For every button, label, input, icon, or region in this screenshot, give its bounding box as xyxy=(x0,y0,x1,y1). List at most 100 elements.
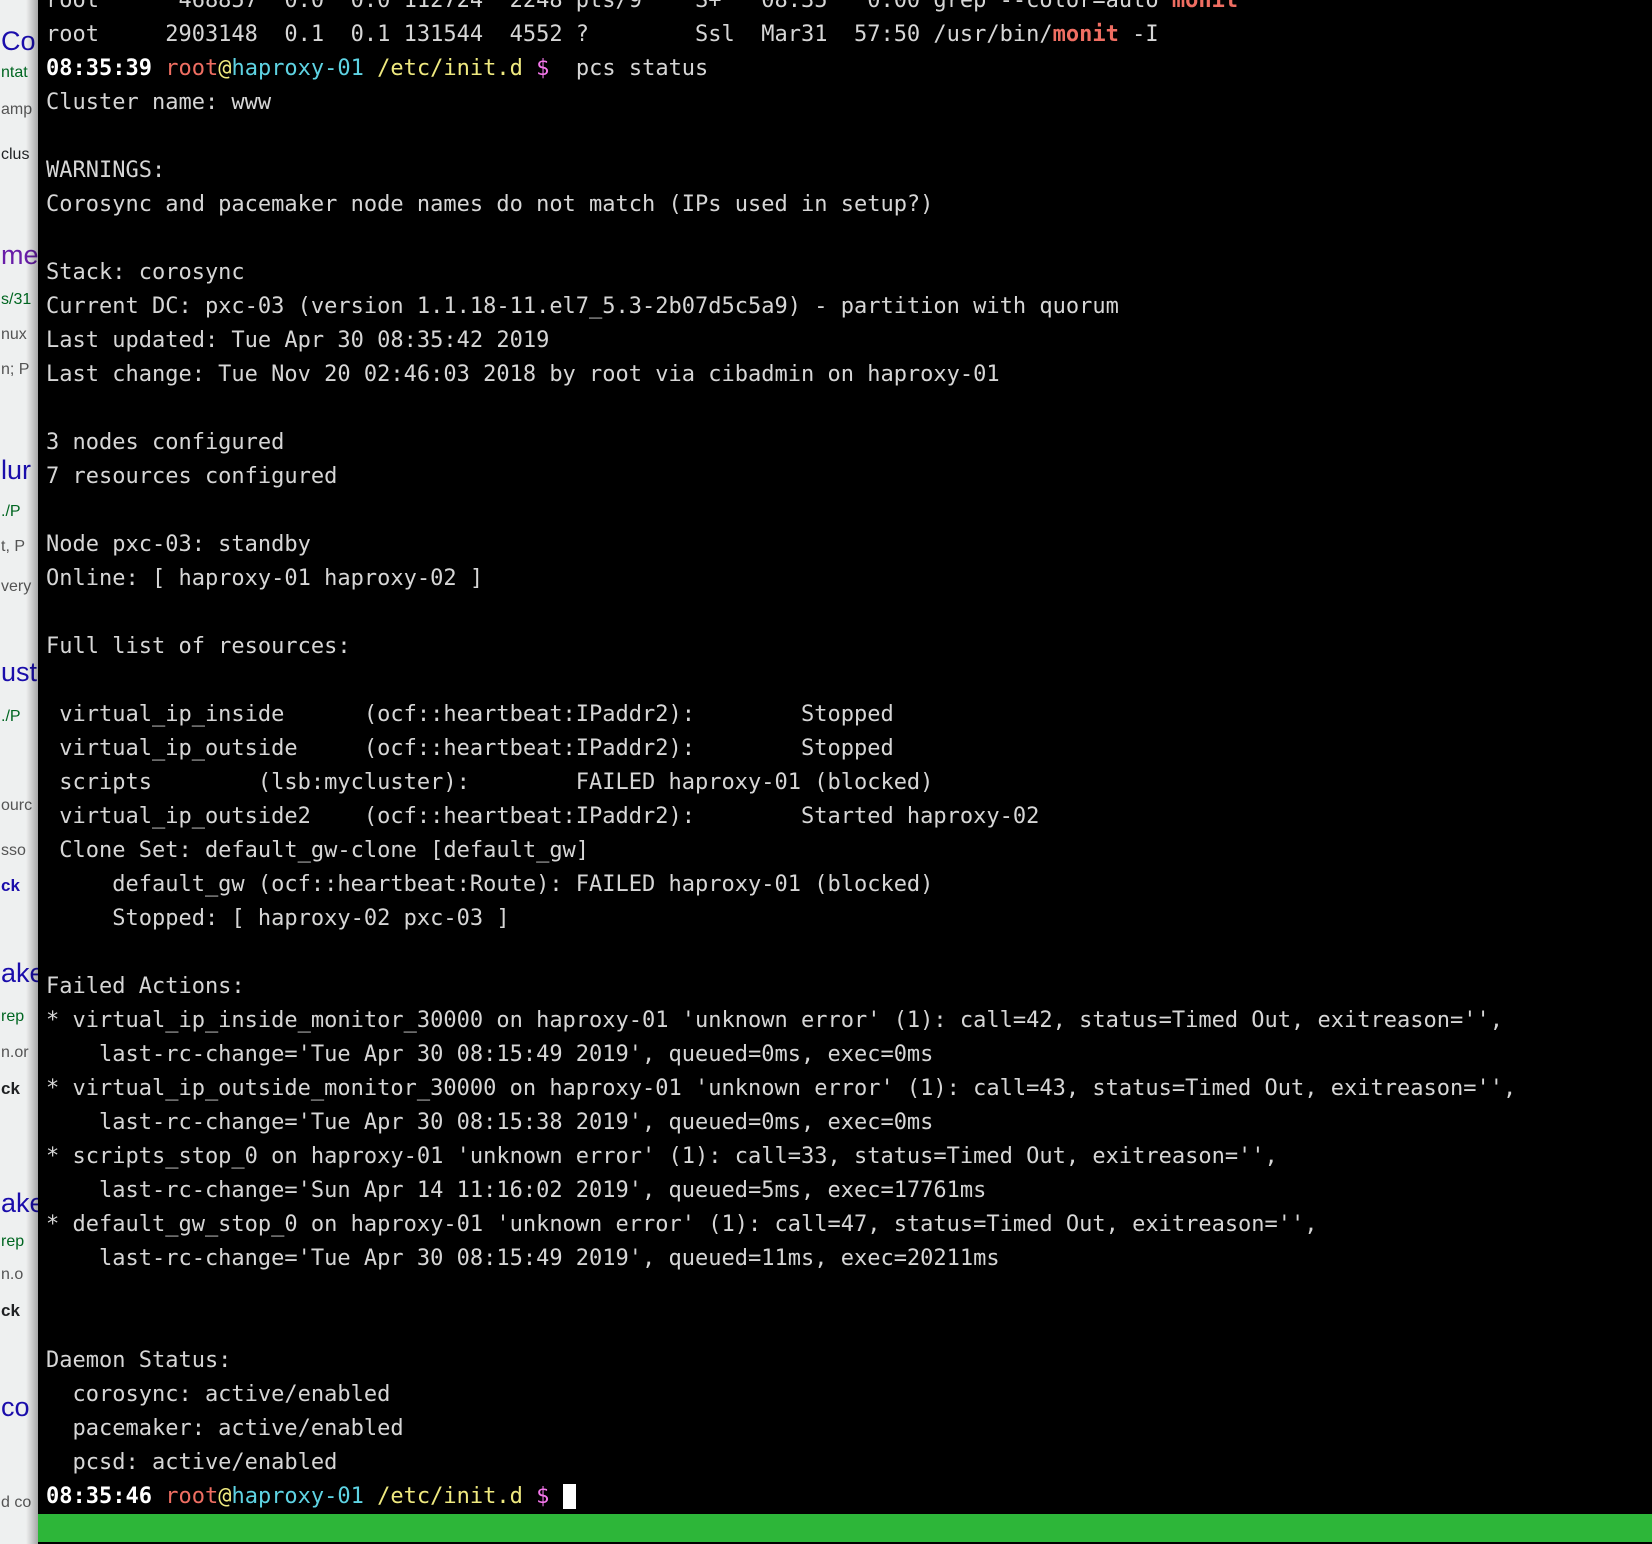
browser-text-fragment: ck xyxy=(1,1079,20,1099)
terminal-line: * scripts_stop_0 on haproxy-01 'unknown … xyxy=(46,1140,1652,1174)
terminal-line: last-rc-change='Tue Apr 30 08:15:38 2019… xyxy=(46,1106,1652,1140)
terminal-line: Current DC: pxc-03 (version 1.1.18-11.el… xyxy=(46,290,1652,324)
terminal-text-segment: virtual_ip_outside (ocf::heartbeat:IPadd… xyxy=(46,736,894,761)
terminal-text-segment: last-rc-change='Sun Apr 14 11:16:02 2019… xyxy=(46,1178,986,1203)
terminal-text-segment: * scripts_stop_0 on haproxy-01 'unknown … xyxy=(46,1144,1278,1169)
terminal-text-segment: root xyxy=(165,1484,218,1509)
terminal-text-segment xyxy=(364,1484,377,1509)
terminal-line xyxy=(46,222,1652,256)
terminal-text-segment: virtual_ip_outside2 (ocf::heartbeat:IPad… xyxy=(46,804,1039,829)
terminal-line xyxy=(46,1276,1652,1310)
browser-text-fragment: ake xyxy=(1,958,38,989)
terminal-line: Stopped: [ haproxy-02 pxc-03 ] xyxy=(46,902,1652,936)
terminal-text-segment: @ xyxy=(218,56,231,81)
terminal-text-segment xyxy=(523,1484,536,1509)
terminal-line: Cluster name: www xyxy=(46,86,1652,120)
terminal-line: Failed Actions: xyxy=(46,970,1652,1004)
terminal-text-segment: scripts (lsb:mycluster): FAILED haproxy-… xyxy=(46,770,933,795)
terminal-text-segment: Node pxc-03: standby xyxy=(46,532,311,557)
terminal-line: 7 resources configured xyxy=(46,460,1652,494)
terminal-text-segment: Stopped: [ haproxy-02 pxc-03 ] xyxy=(46,906,510,931)
terminal-text-segment: haproxy-01 xyxy=(231,56,363,81)
browser-text-fragment: ./P xyxy=(1,503,21,521)
cursor-block xyxy=(563,1484,576,1509)
terminal-line: 08:35:46 root@haproxy-01 /etc/init.d $ xyxy=(46,1480,1652,1514)
terminal-line: scripts (lsb:mycluster): FAILED haproxy-… xyxy=(46,766,1652,800)
terminal-line: Online: [ haproxy-01 haproxy-02 ] xyxy=(46,562,1652,596)
terminal-line: Clone Set: default_gw-clone [default_gw] xyxy=(46,834,1652,868)
terminal-text-segment: Current DC: pxc-03 (version 1.1.18-11.el… xyxy=(46,294,1119,319)
browser-text-fragment: clus xyxy=(1,146,29,164)
terminal-text-segment xyxy=(152,56,165,81)
background-browser-window[interactable]: Contatampclusmes/31nuxn; Plur./Pt, Pvery… xyxy=(0,0,38,1544)
terminal-line: virtual_ip_inside (ocf::heartbeat:IPaddr… xyxy=(46,698,1652,732)
terminal-text-segment: virtual_ip_inside (ocf::heartbeat:IPaddr… xyxy=(46,702,894,727)
terminal-text-segment xyxy=(152,1484,165,1509)
browser-text-fragment: rep xyxy=(1,1008,24,1026)
terminal-text-segment: * virtual_ip_outside_monitor_30000 on ha… xyxy=(46,1076,1516,1101)
terminal-line: root 468857 0.0 0.0 112724 2248 pts/9 S+… xyxy=(46,0,1652,18)
terminal-text-segment: Full list of resources: xyxy=(46,634,351,659)
terminal-text-segment: pcs status xyxy=(549,56,708,81)
browser-text-fragment: co xyxy=(1,1392,30,1423)
terminal-line xyxy=(46,1310,1652,1344)
terminal-line: last-rc-change='Tue Apr 30 08:15:49 2019… xyxy=(46,1242,1652,1276)
terminal-line: last-rc-change='Sun Apr 14 11:16:02 2019… xyxy=(46,1174,1652,1208)
terminal-text-segment: * default_gw_stop_0 on haproxy-01 'unkno… xyxy=(46,1212,1318,1237)
terminal-line: Corosync and pacemaker node names do not… xyxy=(46,188,1652,222)
terminal-text-segment: monit xyxy=(1053,22,1119,47)
terminal-line: 3 nodes configured xyxy=(46,426,1652,460)
browser-text-fragment: sso xyxy=(1,842,26,860)
terminal-text-segment: Clone Set: default_gw-clone [default_gw] xyxy=(46,838,589,863)
browser-text-fragment: ./P xyxy=(1,708,21,726)
terminal-text-segment xyxy=(364,56,377,81)
terminal-line: 08:35:39 root@haproxy-01 /etc/init.d $ p… xyxy=(46,52,1652,86)
browser-text-fragment: nux xyxy=(1,326,27,344)
terminal-text-segment: Failed Actions: xyxy=(46,974,245,999)
browser-text-fragment: n; P xyxy=(1,361,29,379)
terminal-text-segment: 08:35:46 xyxy=(46,1484,152,1509)
browser-text-fragment: s/31 xyxy=(1,291,31,309)
browser-text-fragment: lur xyxy=(1,455,31,486)
terminal-text-segment: root xyxy=(165,56,218,81)
terminal-line: root 2903148 0.1 0.1 131544 4552 ? Ssl M… xyxy=(46,18,1652,52)
terminal-line: * virtual_ip_outside_monitor_30000 on ha… xyxy=(46,1072,1652,1106)
terminal-line xyxy=(46,120,1652,154)
terminal-line: WARNINGS: xyxy=(46,154,1652,188)
terminal-line xyxy=(46,392,1652,426)
browser-text-fragment: amp xyxy=(1,101,32,119)
terminal-line: Daemon Status: xyxy=(46,1344,1652,1378)
terminal-text-segment: pcsd: active/enabled xyxy=(46,1450,337,1475)
terminal-line: Full list of resources: xyxy=(46,630,1652,664)
terminal-line: Node pxc-03: standby xyxy=(46,528,1652,562)
browser-text-fragment: n.or xyxy=(1,1044,29,1062)
browser-text-fragment: ck xyxy=(1,1301,20,1321)
terminal-text-segment: root 2903148 0.1 0.1 131544 4552 ? Ssl M… xyxy=(46,22,1053,47)
terminal-text-segment: Online: [ haproxy-01 haproxy-02 ] xyxy=(46,566,483,591)
terminal-line: * virtual_ip_inside_monitor_30000 on hap… xyxy=(46,1004,1652,1038)
terminal-text-segment: haproxy-01 xyxy=(231,1484,363,1509)
terminal-text-segment: 7 resources configured xyxy=(46,464,337,489)
terminal-text-segment: @ xyxy=(218,1484,231,1509)
screen: Contatampclusmes/31nuxn; Plur./Pt, Pvery… xyxy=(0,0,1652,1544)
terminal-line: Stack: corosync xyxy=(46,256,1652,290)
terminal-text-segment: /etc/init.d xyxy=(377,56,523,81)
terminal-text-segment: $ xyxy=(536,1484,549,1509)
browser-text-fragment: ake xyxy=(1,1188,38,1219)
terminal-text-segment: pacemaker: active/enabled xyxy=(46,1416,404,1441)
terminal-text-segment: -I xyxy=(1119,22,1159,47)
browser-text-fragment: ourc xyxy=(1,797,32,815)
terminal-text-segment: default_gw (ocf::heartbeat:Route): FAILE… xyxy=(46,872,933,897)
tmux-status-bar: [0] 0:root@haproxy-01:/etc/init.d* xyxy=(38,1514,1652,1542)
terminal-text-segment: 3 nodes configured xyxy=(46,430,284,455)
terminal-line xyxy=(46,936,1652,970)
terminal-text-segment: Corosync and pacemaker node names do not… xyxy=(46,192,933,217)
terminal-window[interactable]: root 468857 0.0 0.0 112724 2248 pts/9 S+… xyxy=(38,0,1652,1544)
browser-text-fragment: ntat xyxy=(1,64,28,82)
terminal-text-segment: Stack: corosync xyxy=(46,260,245,285)
terminal-text-segment: 08:35:39 xyxy=(46,56,152,81)
browser-text-fragment: t, P xyxy=(1,538,25,556)
browser-text-fragment: ust xyxy=(1,657,37,688)
terminal-text-segment: $ xyxy=(536,56,549,81)
terminal-line: * default_gw_stop_0 on haproxy-01 'unkno… xyxy=(46,1208,1652,1242)
